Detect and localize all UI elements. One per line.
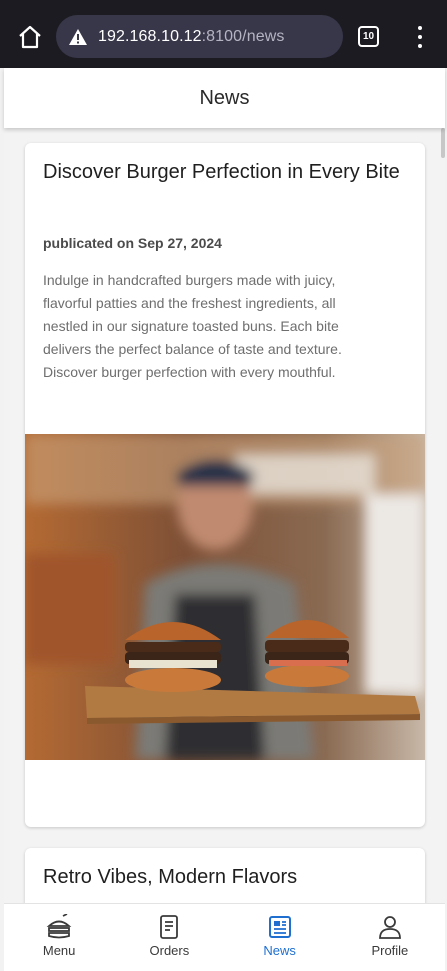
- page-title: News: [199, 86, 250, 109]
- news-feed[interactable]: Discover Burger Perfection in Every Bite…: [4, 128, 445, 903]
- burger-photo: [25, 434, 425, 760]
- receipt-icon: [156, 914, 182, 940]
- bottom-navigation: Menu Orders News Profile: [4, 903, 445, 971]
- nav-label-menu: Menu: [42, 943, 76, 958]
- news-body: Indulge in handcrafted burgers made with…: [43, 272, 342, 380]
- tab-switcher-button[interactable]: 10: [358, 26, 379, 47]
- nav-orders[interactable]: Orders: [114, 904, 224, 971]
- scrollbar[interactable]: [441, 128, 445, 158]
- news-card[interactable]: Retro Vibes, Modern Flavors: [25, 848, 425, 903]
- browser-toolbar: 192.168.10.12:8100/news 10: [0, 0, 447, 68]
- nav-label-profile: Profile: [371, 943, 409, 958]
- nav-menu[interactable]: Menu: [4, 904, 114, 971]
- news-title: Retro Vibes, Modern Flavors: [43, 866, 298, 888]
- app-header: News: [4, 68, 445, 128]
- burger-icon: [46, 913, 72, 940]
- home-icon[interactable]: [16, 24, 44, 50]
- url-host: 192.168.10.12: [98, 27, 202, 45]
- nav-label-orders: Orders: [149, 943, 190, 958]
- more-menu-icon[interactable]: [410, 26, 430, 48]
- tab-count: 10: [362, 31, 375, 42]
- url-path: :8100/news: [201, 27, 285, 45]
- nav-news[interactable]: News: [225, 904, 335, 971]
- person-icon: [377, 914, 403, 940]
- nav-profile[interactable]: Profile: [335, 904, 445, 971]
- news-title: Discover Burger Perfection in Every Bite: [43, 161, 400, 183]
- nav-label-news: News: [263, 943, 296, 958]
- news-card[interactable]: Discover Burger Perfection in Every Bite…: [25, 143, 425, 827]
- news-date: publicated on Sep 27, 2024: [43, 235, 222, 251]
- address-bar[interactable]: 192.168.10.12:8100/news: [56, 15, 343, 58]
- newspaper-icon: [267, 914, 293, 940]
- warning-icon: [68, 28, 88, 46]
